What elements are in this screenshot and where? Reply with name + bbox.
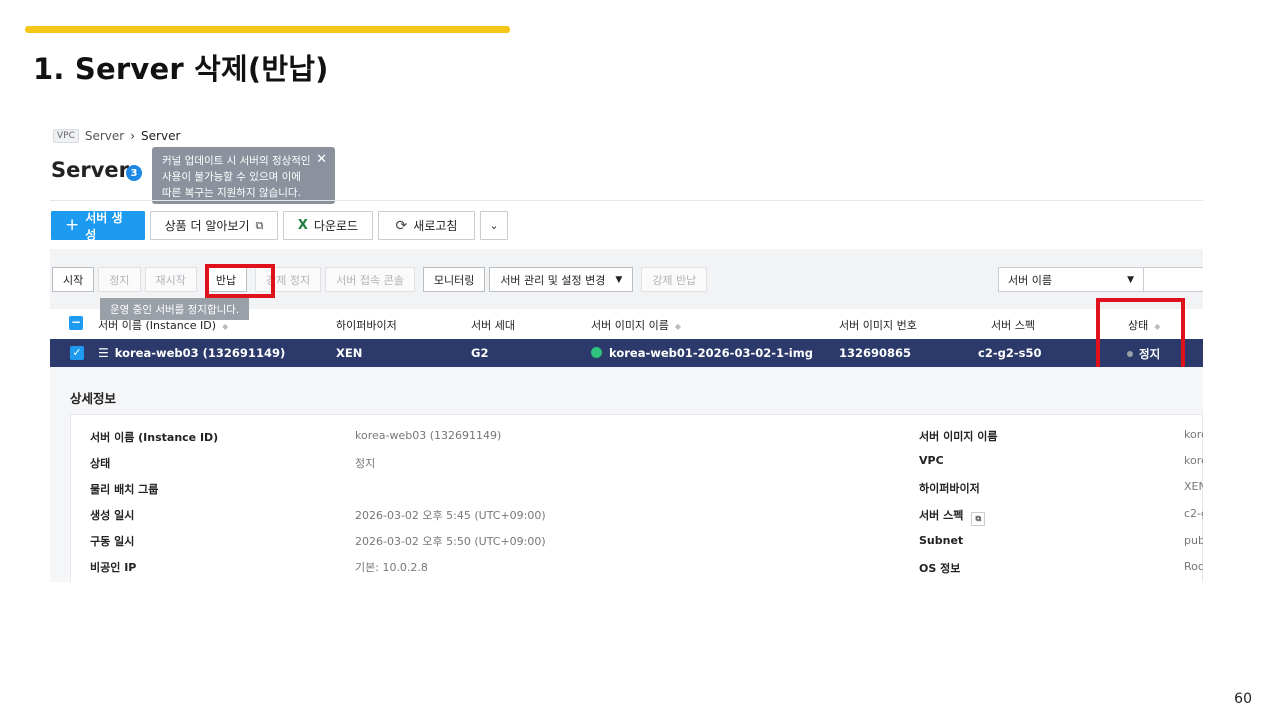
- plus-icon: +: [65, 215, 80, 235]
- more-dropdown-button[interactable]: ⌄: [480, 211, 508, 240]
- manage-settings-button[interactable]: 서버 관리 및 설정 변경 ▼: [489, 267, 634, 292]
- detail-label: OS 정보: [919, 562, 961, 575]
- detail-value: 기본: 10.0.2.8: [355, 561, 428, 574]
- breadcrumb-parent[interactable]: Server: [85, 129, 124, 143]
- detail-label: 상태: [90, 457, 111, 470]
- header-generation: 서버 세대: [471, 319, 515, 332]
- external-link-icon: ⧉: [255, 218, 264, 232]
- detail-value: kore: [1184, 428, 1203, 441]
- divider: [50, 200, 1203, 201]
- detail-value: XEN: [1184, 480, 1203, 493]
- detail-value: korea-web03 (132691149): [355, 429, 502, 442]
- page-title: Server: [51, 158, 130, 182]
- detail-label: 서버 이미지 이름: [919, 430, 998, 443]
- vpc-tag: VPC: [53, 129, 79, 143]
- sort-icon: ◆: [674, 322, 681, 331]
- detail-label: 하이퍼바이저: [919, 482, 980, 495]
- chevron-down-icon: ⌄: [489, 219, 499, 232]
- sort-icon: ◆: [222, 322, 229, 331]
- os-image-icon: [591, 347, 602, 358]
- kernel-notice-tooltip: 커널 업데이트 시 서버의 정상적인 사용이 불가능할 수 있으며 이에 따른 …: [152, 147, 335, 204]
- action-toolbar: 시작 정지 재시작 반납 강제 정지 서버 접속 콘솔 모니터링 서버 관리 및…: [52, 267, 708, 292]
- header-hypervisor: 하이퍼바이저: [336, 319, 397, 332]
- slide-title: 1. Server 삭제(반납): [33, 52, 329, 86]
- learn-more-button[interactable]: 상품 더 알아보기 ⧉: [150, 211, 278, 240]
- detail-value: c2-g: [1184, 507, 1203, 520]
- detail-value: 2026-03-02 오후 5:45 (UTC+09:00): [355, 509, 546, 522]
- breadcrumb-current: Server: [141, 129, 181, 143]
- row-generation: G2: [471, 346, 489, 360]
- console-screenshot: VPC Server › Server Server 3 커널 업데이트 시 서…: [50, 120, 1203, 582]
- detail-value: 2026-03-02 오후 5:50 (UTC+09:00): [355, 535, 546, 548]
- table-row[interactable]: ☰ korea-web03 (132691149) XEN G2 korea-we…: [50, 339, 1203, 367]
- detail-label: 구동 일시: [90, 535, 135, 548]
- caret-down-icon: ▼: [615, 274, 623, 285]
- copy-icon[interactable]: ⧉: [971, 512, 986, 526]
- detail-label: 비공인 IP: [90, 561, 137, 574]
- detail-label: Subnet: [919, 534, 964, 547]
- row-image-number: 132690865: [839, 346, 912, 360]
- page-number: 60: [1234, 691, 1252, 707]
- stop-button[interactable]: 정지: [98, 267, 141, 292]
- main-toolbar: + 서버 생성 상품 더 알아보기 ⧉ X 다운로드 ⟳ 새로고침 ⌄: [51, 211, 508, 242]
- refresh-icon: ⟳: [395, 217, 408, 234]
- excel-icon: X: [297, 218, 308, 233]
- row-image-name: korea-web01-2026-03-02-1-img: [591, 346, 813, 360]
- search-filter-select[interactable]: 서버 이름 ▼: [998, 267, 1144, 292]
- select-all-checkbox[interactable]: −: [69, 316, 83, 330]
- row-server-name: ☰ korea-web03 (132691149): [98, 346, 286, 360]
- header-spec: 서버 스펙: [991, 319, 1035, 332]
- monitoring-button[interactable]: 모니터링: [422, 267, 486, 292]
- server-console-button[interactable]: 서버 접속 콘솔: [325, 267, 415, 292]
- detail-label: 물리 배치 그룹: [90, 483, 159, 496]
- caret-down-icon: ▼: [1127, 274, 1134, 285]
- start-button[interactable]: 시작: [52, 267, 95, 292]
- row-checkbox[interactable]: ✓: [70, 346, 84, 360]
- notice-text: 커널 업데이트 시 서버의 정상적인 사용이 불가능할 수 있으며 이에 따른 …: [162, 155, 311, 199]
- header-image-number: 서버 이미지 번호: [839, 319, 917, 332]
- return-button-highlight: [205, 264, 275, 298]
- refresh-button[interactable]: ⟳ 새로고침: [378, 211, 475, 240]
- server-icon: ☰: [98, 346, 109, 360]
- force-return-button[interactable]: 강제 반납: [641, 267, 708, 292]
- detail-title: 상세정보: [70, 391, 117, 406]
- accent-bar: [25, 26, 510, 33]
- breadcrumb: VPC Server › Server: [53, 129, 180, 143]
- detail-label: 서버 이름 (Instance ID): [90, 431, 219, 444]
- chevron-right-icon: ›: [130, 129, 136, 143]
- header-image-name[interactable]: 서버 이미지 이름 ◆: [591, 317, 681, 333]
- detail-value: Roc: [1184, 560, 1203, 573]
- detail-label: VPC: [919, 454, 944, 467]
- detail-value: kore: [1184, 454, 1203, 467]
- restart-button[interactable]: 재시작: [144, 267, 197, 292]
- detail-label-spec: 서버 스펙 ⧉: [919, 507, 986, 526]
- detail-card: 서버 이름 (Instance ID) korea-web03 (1326911…: [70, 414, 1203, 582]
- create-server-button[interactable]: + 서버 생성: [51, 211, 145, 242]
- detail-value: pub: [1184, 534, 1203, 547]
- row-hypervisor: XEN: [336, 346, 363, 360]
- download-button[interactable]: X 다운로드: [283, 211, 373, 240]
- row-spec: c2-g2-s50: [978, 346, 1042, 360]
- search-input[interactable]: [1143, 267, 1203, 292]
- close-icon[interactable]: ✕: [316, 152, 327, 168]
- detail-label: 생성 일시: [90, 509, 135, 522]
- stop-hover-tooltip: 운영 중인 서버를 정지합니다.: [100, 298, 250, 320]
- detail-value: 정지: [355, 457, 376, 470]
- server-count-badge: 3: [126, 165, 142, 181]
